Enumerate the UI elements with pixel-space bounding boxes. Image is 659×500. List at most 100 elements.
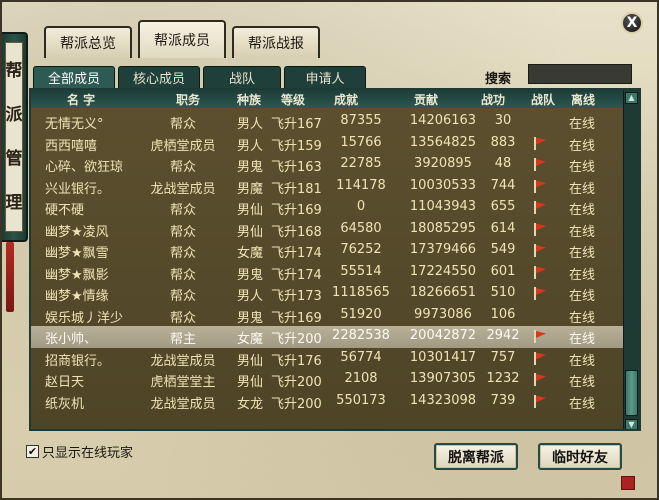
member-level: 飞升168 <box>271 224 322 240</box>
col-merit-header[interactable]: 战功 <box>481 91 505 108</box>
member-achieve: 0 <box>356 199 366 214</box>
member-race: 女魔 <box>237 332 264 347</box>
temp-friend-button[interactable]: 临时好友 <box>538 443 622 470</box>
member-row[interactable]: 招商银行。 龙战堂成员 男仙 飞升176 56774 10301417 757 在线 <box>31 348 625 370</box>
member-race: 男鬼 <box>237 310 264 326</box>
team-flag-icon <box>533 158 547 171</box>
member-level: 飞升200 <box>271 396 322 412</box>
member-row[interactable]: 赵日天 虎栖堂堂主 男仙 飞升200 2108 13907305 1232 在线 <box>31 369 625 391</box>
member-row[interactable]: 娱乐城丿洋少 帮众 男鬼 飞升169 51920 9973086 106 在线 <box>31 305 625 327</box>
online-only-checkbox[interactable]: ✔ <box>26 445 39 458</box>
member-level: 飞升174 <box>271 267 322 283</box>
col-team-header[interactable]: 战队 <box>531 91 555 108</box>
banner-char: 理 <box>5 192 23 213</box>
member-row[interactable]: 西西嘻嘻 虎栖堂成员 男人 飞升159 15766 13564825 883 在线 <box>31 133 625 155</box>
tab-reports[interactable]: 帮派战报 <box>232 26 320 58</box>
member-status: 在线 <box>569 160 596 175</box>
member-level: 飞升200 <box>271 375 322 390</box>
member-contrib: 17379466 <box>409 242 477 257</box>
member-level: 飞升169 <box>271 203 322 218</box>
scrollbar[interactable]: ▲ ▼ <box>623 90 639 429</box>
member-achieve: 15766 <box>340 134 382 150</box>
member-merit: 30 <box>494 113 512 128</box>
member-merit: 1232 <box>486 371 520 386</box>
member-merit: 614 <box>490 220 516 236</box>
tab-overview[interactable]: 帮派总览 <box>44 26 132 58</box>
member-level: 飞升167 <box>271 117 322 132</box>
member-merit: 883 <box>490 134 516 150</box>
member-name: 幽梦★飘影 <box>45 267 109 283</box>
close-button[interactable]: X <box>621 12 643 34</box>
member-level: 飞升163 <box>271 160 322 175</box>
top-tabs: 帮派总览 帮派成员 帮派战报 <box>44 20 320 58</box>
member-achieve: 76252 <box>340 242 382 257</box>
member-row[interactable]: 硬不硬 帮众 男仙 飞升169 0 11043943 655 在线 <box>31 197 625 219</box>
member-level: 飞升200 <box>271 332 322 347</box>
member-row[interactable]: 幽梦★飘雪 帮众 女魔 飞升174 76252 17379466 549 在线 <box>31 240 625 262</box>
member-status: 在线 <box>569 181 596 197</box>
seal-icon <box>621 476 635 490</box>
member-contrib: 18266651 <box>409 285 477 300</box>
team-flag-icon <box>533 244 547 257</box>
team-flag-icon <box>533 351 547 365</box>
member-status: 在线 <box>569 310 596 326</box>
member-merit: 510 <box>490 285 516 300</box>
member-race: 男魔 <box>237 181 264 197</box>
col-name-header[interactable]: 名 字 <box>67 91 95 108</box>
member-level: 飞升176 <box>271 353 322 369</box>
member-name: 招商银行。 <box>45 353 111 369</box>
team-flag-icon <box>533 287 547 300</box>
member-achieve: 114178 <box>336 177 386 193</box>
scroll-up-icon[interactable]: ▲ <box>625 92 638 104</box>
member-row[interactable]: 纸灰机 龙战堂成员 女龙 飞升200 550173 14323098 739 在线 <box>31 391 625 413</box>
col-status-header[interactable]: 离线 <box>571 91 595 108</box>
subtab-all[interactable]: 全部成员 <box>33 66 115 88</box>
member-name: 幽梦★情缘 <box>45 289 109 304</box>
member-role: 帮众 <box>169 203 196 218</box>
banner-char: 帮 <box>5 60 23 81</box>
member-role: 帮众 <box>169 160 196 175</box>
member-achieve: 2282538 <box>332 328 390 343</box>
col-race-header[interactable]: 种族 <box>237 91 261 108</box>
member-row[interactable]: 幽梦★凌风 帮众 男仙 飞升168 64580 18085295 614 在线 <box>31 219 625 241</box>
scroll-down-icon[interactable]: ▼ <box>625 419 638 429</box>
leave-guild-button[interactable]: 脱离帮派 <box>434 443 518 470</box>
col-contribution-header[interactable]: 贡献 <box>414 91 438 108</box>
scroll-thumb[interactable] <box>625 370 638 416</box>
member-level: 飞升181 <box>271 181 322 197</box>
member-row[interactable]: 无情无义° 帮众 男人 飞升167 87355 14206163 30 在线 <box>31 111 625 133</box>
member-row[interactable]: 张小帅、 帮主 女魔 飞升200 2282538 20042872 2942 在线 <box>31 326 625 348</box>
member-role: 帮众 <box>169 224 196 240</box>
member-name: 西西嘻嘻 <box>45 138 98 154</box>
member-contrib: 18085295 <box>409 220 477 236</box>
member-row[interactable]: 兴业银行。 龙战堂成员 男魔 飞升181 114178 10030533 744 在线 <box>31 176 625 198</box>
subtab-team[interactable]: 战队 <box>203 66 281 88</box>
subtab-applicants[interactable]: 申请人 <box>284 66 366 88</box>
banner-char: 派 <box>5 104 23 125</box>
col-achievement-header[interactable]: 成就 <box>334 91 358 108</box>
member-merit: 744 <box>490 177 516 193</box>
member-merit: 757 <box>490 349 516 365</box>
online-only-toggle[interactable]: ✔ 只显示在线玩家 <box>26 442 133 461</box>
col-level-header[interactable]: 等级 <box>281 91 305 108</box>
member-achieve: 64580 <box>340 220 382 236</box>
member-row[interactable]: 幽梦★飘影 帮众 男鬼 飞升174 55514 17224550 601 在线 <box>31 262 625 284</box>
member-row[interactable]: 幽梦★情缘 帮众 男人 飞升173 1118565 18266651 510 在线 <box>31 283 625 305</box>
guild-window: 帮派管理 X 帮派总览 帮派成员 帮派战报 全部成员 核心成员 战队 申请人 搜索 名 字… <box>0 0 659 500</box>
member-role: 虎栖堂堂主 <box>150 375 216 390</box>
member-status: 在线 <box>569 246 596 261</box>
online-only-label: 只显示在线玩家 <box>42 446 134 461</box>
col-role-header[interactable]: 职务 <box>176 91 200 108</box>
member-race: 男人 <box>237 117 264 132</box>
member-contrib: 3920895 <box>414 156 472 171</box>
member-status: 在线 <box>569 117 596 132</box>
member-status: 在线 <box>569 353 596 369</box>
member-contrib: 13907305 <box>409 371 477 386</box>
member-achieve: 1118565 <box>332 285 390 300</box>
member-role: 虎栖堂成员 <box>150 138 216 154</box>
member-row[interactable]: 心碎、欲狂琼 帮众 男鬼 飞升163 22785 3920895 48 在线 <box>31 154 625 176</box>
search-input[interactable] <box>528 64 632 84</box>
subtab-core[interactable]: 核心成员 <box>118 66 200 88</box>
member-race: 女魔 <box>237 246 264 261</box>
tab-members[interactable]: 帮派成员 <box>138 20 226 58</box>
